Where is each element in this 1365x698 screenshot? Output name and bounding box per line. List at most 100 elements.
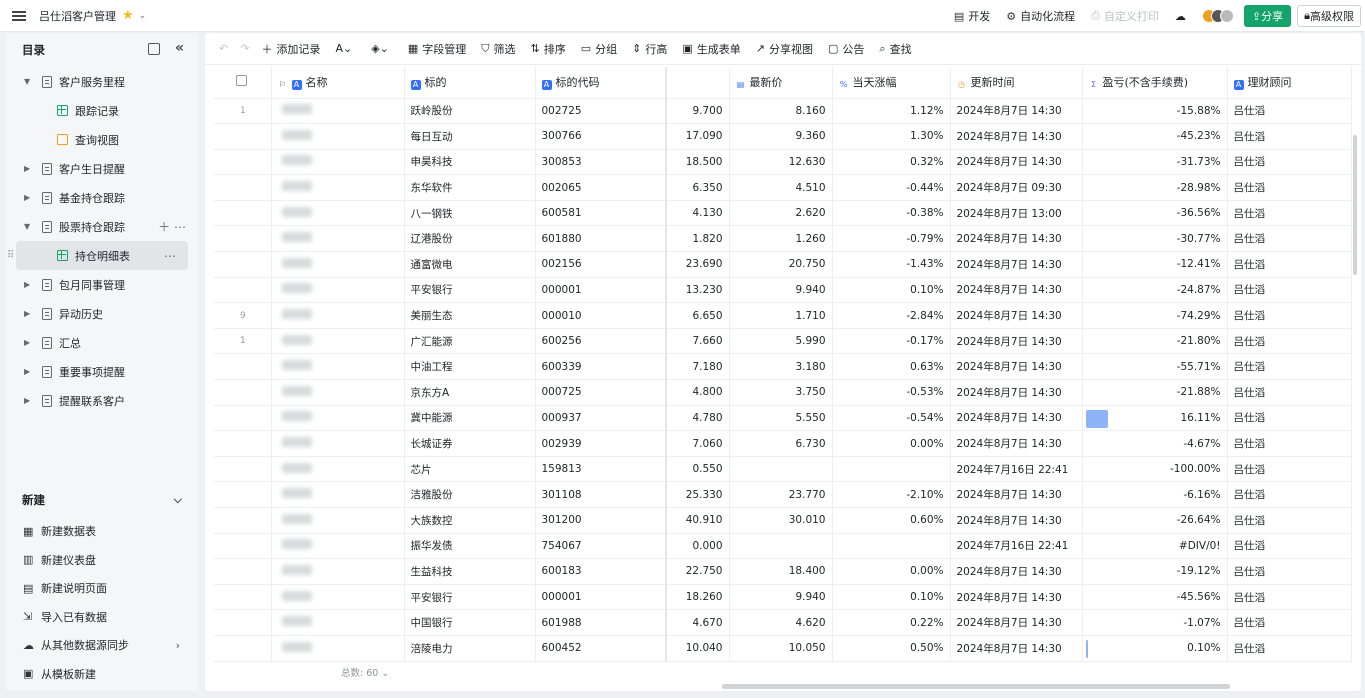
app-title[interactable]: 吕仕滔客户管理 xyxy=(39,8,116,24)
cell-name[interactable]: 美丽生态 xyxy=(404,302,536,329)
cell-code[interactable]: 300853 xyxy=(535,149,667,176)
new-item-import[interactable]: ⇲ 导入已有数据 xyxy=(6,603,198,632)
cell-name-blurred[interactable] xyxy=(271,609,405,636)
cell-chg[interactable]: -1.43% xyxy=(832,251,951,278)
cell-time[interactable]: 2024年8月7日 14:30 xyxy=(950,558,1083,585)
cell-idx[interactable] xyxy=(214,225,272,253)
cell-code[interactable]: 002939 xyxy=(535,430,667,457)
sidebar-item-提醒联系客户[interactable]: ▶ 提醒联系客户 xyxy=(6,386,198,415)
cell-price[interactable]: 23.770 xyxy=(729,481,833,508)
sync-status-icon[interactable]: ☁ xyxy=(1175,10,1186,23)
caret-right-icon[interactable]: ▶ xyxy=(24,338,30,347)
cell-name[interactable]: 平安银行 xyxy=(404,277,536,304)
cell-cost[interactable]: 7.660 xyxy=(666,328,730,355)
cell-time[interactable]: 2024年8月7日 14:30 xyxy=(950,302,1083,329)
sidebar-item-基金持仓跟踪[interactable]: ▶ 基金持仓跟踪 xyxy=(6,183,198,212)
chevron-right-icon[interactable]: › xyxy=(176,639,180,652)
topbar-item-robot[interactable]: ⚙ 自动化流程 xyxy=(1006,8,1075,24)
cell-idx[interactable]: 9 xyxy=(214,302,272,329)
cell-idx[interactable] xyxy=(214,251,272,278)
cell-adv[interactable]: 吕仕滔 xyxy=(1227,558,1352,585)
cell-code[interactable]: 000937 xyxy=(535,405,667,432)
table-row[interactable]: 振华发债 754067 0.000 2024年7月16日 22:41 #DIV/0! 吕仕… xyxy=(214,533,1352,560)
caret-right-icon[interactable]: ▶ xyxy=(24,164,30,173)
cell-name[interactable]: 洁雅股份 xyxy=(404,481,536,508)
cell-idx[interactable]: 1 xyxy=(214,328,272,355)
sidebar-item-汇总[interactable]: ▶ 汇总 xyxy=(6,328,198,357)
table-row[interactable]: 芯片 159813 0.550 2024年7月16日 22:41 -100.00% 吕仕滔 xyxy=(214,456,1352,483)
cell-pnl[interactable]: -45.56% xyxy=(1082,584,1228,611)
table-row[interactable]: 东华软件 002065 6.350 4.510 -0.44% 2024年8月7日 09:3… xyxy=(214,174,1352,201)
cell-pnl[interactable]: -19.12% xyxy=(1082,558,1228,585)
cell-time[interactable]: 2024年8月7日 14:30 xyxy=(950,277,1083,304)
cell-code[interactable]: 600339 xyxy=(535,353,667,381)
cell-chg[interactable]: 0.60% xyxy=(832,507,951,534)
cell-cost[interactable]: 9.700 xyxy=(666,98,730,125)
cell-cost[interactable]: 4.130 xyxy=(666,200,730,227)
toolbar-filter[interactable]: ⛉ 筛选 xyxy=(481,41,515,57)
cell-pnl[interactable]: -100.00% xyxy=(1082,456,1228,483)
cell-pnl[interactable]: -15.88% xyxy=(1082,98,1228,125)
caret-down-icon[interactable]: ▼ xyxy=(24,222,30,231)
toolbar-announce[interactable]: ▢ 公告 xyxy=(828,41,864,57)
cell-price[interactable] xyxy=(729,533,833,560)
cell-price[interactable]: 4.510 xyxy=(729,174,833,201)
cell-code[interactable]: 002725 xyxy=(535,98,667,125)
cell-cost[interactable]: 10.040 xyxy=(666,635,730,662)
layout-icon[interactable] xyxy=(148,43,160,55)
toolbar-group[interactable]: ▭ 分组 xyxy=(581,41,617,57)
cell-price[interactable]: 5.550 xyxy=(729,405,833,432)
cell-adv[interactable]: 吕仕滔 xyxy=(1227,379,1352,406)
cell-price[interactable]: 2.620 xyxy=(729,200,833,227)
cell-time[interactable]: 2024年8月7日 14:30 xyxy=(950,430,1083,457)
sidebar-item-重要事项提醒[interactable]: ▶ 重要事项提醒 xyxy=(6,357,198,386)
cell-code[interactable]: 002065 xyxy=(535,174,667,201)
cell-adv[interactable]: 吕仕滔 xyxy=(1227,328,1352,355)
cell-idx[interactable] xyxy=(214,533,272,560)
cell-name-blurred[interactable] xyxy=(271,225,405,253)
cell-adv[interactable]: 吕仕滔 xyxy=(1227,302,1352,329)
cell-time[interactable]: 2024年8月7日 14:30 xyxy=(950,149,1083,176)
cell-adv[interactable]: 吕仕滔 xyxy=(1227,200,1352,227)
cell-code[interactable]: 301200 xyxy=(535,507,667,534)
add-more-icons[interactable]: ＋ ⋯ xyxy=(158,218,186,235)
cell-cost[interactable]: 7.060 xyxy=(666,430,730,457)
column-header-更新时间[interactable]: ◷ 更新时间 xyxy=(950,67,1083,99)
table-row[interactable]: 长城证券 002939 7.060 6.730 0.00% 2024年8月7日 14:30… xyxy=(214,430,1352,457)
cell-adv[interactable]: 吕仕滔 xyxy=(1227,251,1352,278)
cell-chg[interactable]: -2.84% xyxy=(832,302,951,329)
cell-chg[interactable]: 0.32% xyxy=(832,149,951,176)
cell-code[interactable]: 000001 xyxy=(535,277,667,304)
cell-cost[interactable]: 4.800 xyxy=(666,379,730,406)
caret-right-icon[interactable]: ▶ xyxy=(24,193,30,202)
table-row[interactable]: 涪陵电力 600452 10.040 10.050 0.50% 2024年8月7日 14:… xyxy=(214,635,1352,662)
new-item-dashboard[interactable]: ▥ 新建仪表盘 xyxy=(6,546,198,575)
cell-chg[interactable]: 0.10% xyxy=(832,584,951,611)
cell-chg[interactable]: 0.00% xyxy=(832,558,951,585)
new-section-header[interactable]: 新建 ⌵ xyxy=(6,483,198,517)
cell-chg[interactable]: -2.10% xyxy=(832,481,951,508)
column-header-标的代码[interactable]: A 标的代码 xyxy=(535,67,667,99)
toolbar-fill-color[interactable]: ◈⌄ xyxy=(371,42,393,55)
cell-name-blurred[interactable] xyxy=(271,456,405,483)
record-count[interactable]: 总数: 60 ⌄ xyxy=(341,665,389,679)
collaborator-avatars[interactable] xyxy=(1201,9,1234,23)
cell-pnl[interactable]: -55.71% xyxy=(1082,353,1228,381)
cell-price[interactable]: 10.050 xyxy=(729,635,833,662)
cell-price[interactable]: 1.710 xyxy=(729,302,833,329)
toolbar-fields[interactable]: ▦ 字段管理 xyxy=(408,41,466,57)
vertical-scrollbar[interactable] xyxy=(1353,135,1357,275)
cell-code[interactable]: 300766 xyxy=(535,123,667,150)
cell-name[interactable]: 生益科技 xyxy=(404,558,536,585)
cell-name-blurred[interactable] xyxy=(271,174,405,201)
cell-name[interactable]: 辽港股份 xyxy=(404,225,536,253)
cell-pnl[interactable]: -6.16% xyxy=(1082,481,1228,508)
cell-cost[interactable]: 13.230 xyxy=(666,277,730,304)
toolbar-text-color[interactable]: A⌄ xyxy=(335,42,356,55)
cell-pnl[interactable]: -36.56% xyxy=(1082,200,1228,227)
cell-idx[interactable] xyxy=(214,430,272,457)
cell-idx[interactable] xyxy=(214,353,272,381)
cell-adv[interactable]: 吕仕滔 xyxy=(1227,277,1352,304)
drag-handle-icon[interactable]: ⠿ xyxy=(7,250,14,261)
star-icon[interactable]: ★ xyxy=(122,8,134,23)
